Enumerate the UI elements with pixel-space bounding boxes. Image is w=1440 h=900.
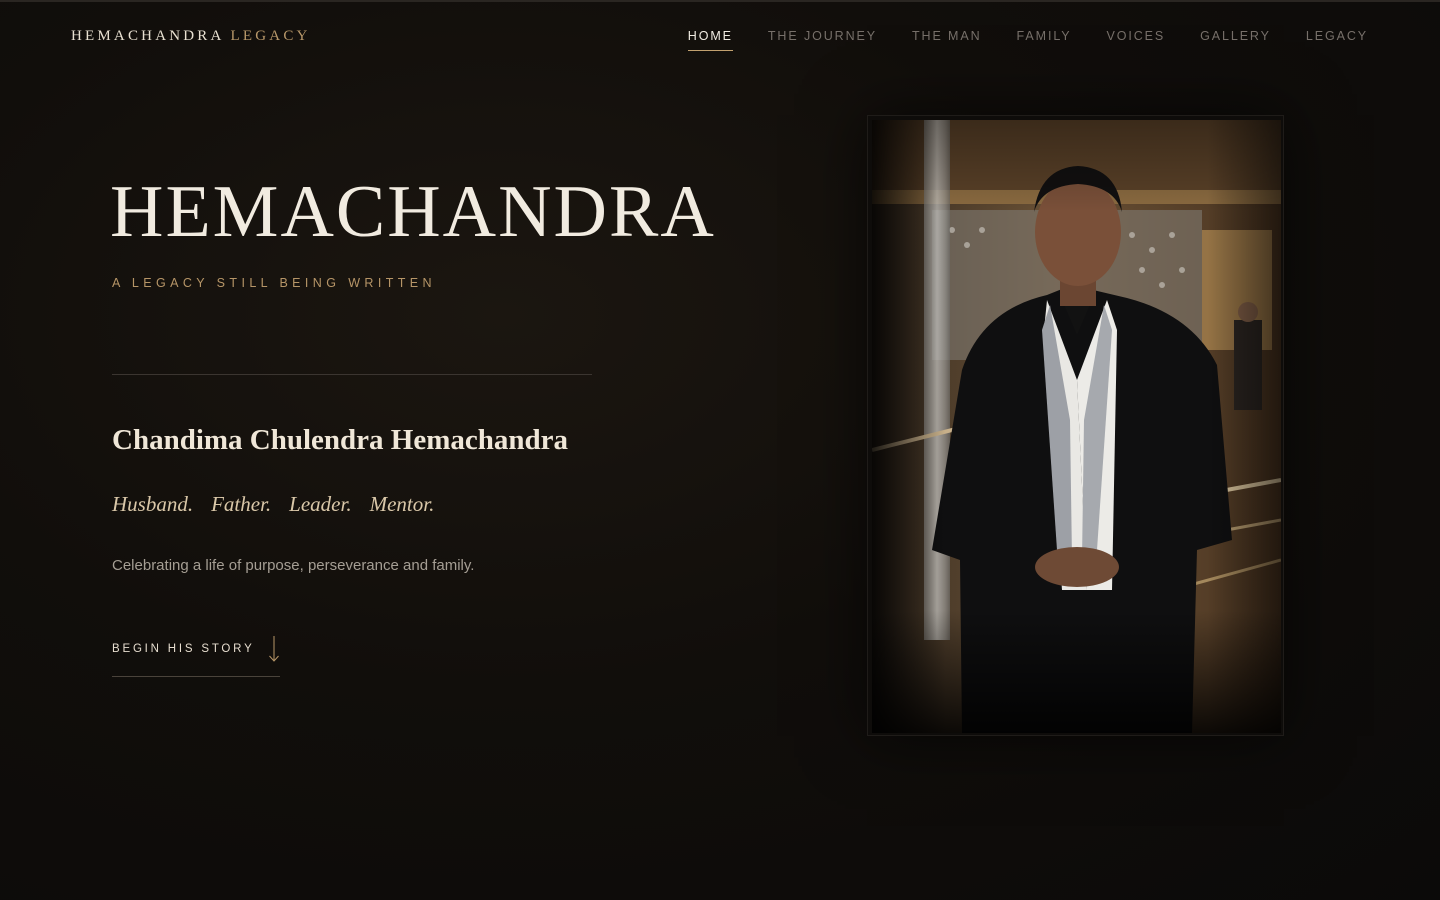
site-header: HEMACHANDRA LEGACY HOME THE JOURNEY THE M… <box>0 0 1440 76</box>
role-mentor: Mentor. <box>369 492 435 516</box>
main-nav: HOME THE JOURNEY THE MAN FAMILY VOICES G… <box>687 29 1368 51</box>
roles-list: Husband. Father. Leader. Mentor. <box>112 492 434 517</box>
nav-item-gallery[interactable]: GALLERY <box>1200 29 1271 43</box>
role-husband: Husband. <box>112 492 194 516</box>
nav-item-voices[interactable]: VOICES <box>1106 29 1165 43</box>
begin-story-label: BEGIN HIS STORY <box>112 643 255 655</box>
nav-item-legacy[interactable]: LEGACY <box>1306 29 1368 43</box>
brand-accent: LEGACY <box>230 28 311 44</box>
nav-item-family[interactable]: FAMILY <box>1017 29 1072 43</box>
brand-logo[interactable]: HEMACHANDRA LEGACY <box>71 28 311 45</box>
full-name: Chandima Chulendra Hemachandra <box>112 424 569 456</box>
nav-item-the-man[interactable]: THE MAN <box>912 29 982 43</box>
brand-name: HEMACHANDRA <box>71 28 225 44</box>
hero-divider <box>112 374 592 375</box>
hero-title: HEMACHANDRA <box>110 171 716 253</box>
nav-item-the-journey[interactable]: THE JOURNEY <box>768 29 877 43</box>
hero-tagline: A LEGACY STILL BEING WRITTEN <box>112 276 436 290</box>
begin-story-button[interactable]: BEGIN HIS STORY <box>112 632 280 677</box>
nav-item-home[interactable]: HOME <box>687 29 733 51</box>
arrow-down-icon <box>269 636 279 662</box>
intro-text: Celebrating a life of purpose, persevera… <box>112 557 475 574</box>
role-leader: Leader. <box>289 492 352 516</box>
portrait-photo <box>872 120 1281 733</box>
portrait-frame <box>867 115 1284 736</box>
role-father: Father. <box>211 492 272 516</box>
